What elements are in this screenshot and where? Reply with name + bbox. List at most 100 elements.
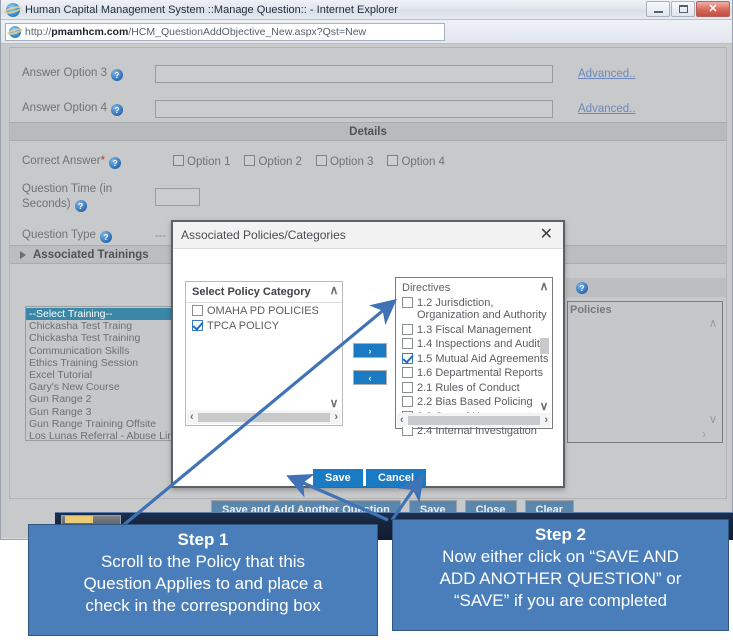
scroll-left-icon[interactable]: ‹	[190, 411, 194, 423]
checkbox-icon[interactable]	[173, 155, 184, 166]
training-option[interactable]: Gary's New Course	[26, 381, 174, 393]
directives-vertical-scrollbar[interactable]: ∧ ∨	[537, 279, 551, 413]
policy-category-vertical-scrollbar[interactable]: ∧ ∨	[327, 283, 341, 410]
scroll-up-icon[interactable]: ∧	[330, 283, 339, 297]
scroll-right-icon[interactable]: ›	[544, 414, 548, 426]
scrollbar-thumb[interactable]	[539, 338, 549, 354]
help-icon[interactable]: ?	[99, 231, 112, 243]
page-body: Answer Option 3? Advanced.. Answer Optio…	[1, 44, 732, 538]
checkbox-icon[interactable]	[402, 297, 413, 308]
correct-answer-option-4[interactable]: Option 4	[387, 155, 445, 168]
training-option[interactable]: Chickasha Test Training	[26, 332, 174, 344]
training-option[interactable]: Ethics Training Session	[26, 357, 174, 369]
question-time-input[interactable]	[155, 188, 200, 206]
training-option[interactable]: --Select Training--	[26, 308, 174, 321]
correct-answer-option-3[interactable]: Option 3	[315, 155, 373, 168]
answer-option-4-advanced-link[interactable]: Advanced..	[578, 103, 636, 115]
checkbox-checked-icon[interactable]	[192, 319, 203, 331]
address-bar: http://pmamhcm.com/HCM_QuestionAddObject…	[1, 20, 732, 44]
modal-body: Select Policy Category OMAHA PD POLICIES…	[173, 249, 563, 488]
checkbox-icon[interactable]	[315, 155, 327, 166]
list-item[interactable]: 1.2 Jurisdiction, Organization and Autho…	[402, 297, 552, 321]
checkbox-icon[interactable]	[402, 381, 413, 393]
step-2-callout: Step 2 Now either click on “SAVE AND ADD…	[392, 519, 729, 631]
help-icon[interactable]: ?	[111, 104, 124, 116]
training-option[interactable]: Excel Tutorial	[26, 369, 174, 381]
checkbox-icon[interactable]	[192, 305, 203, 316]
scroll-up-icon[interactable]: ∧	[540, 279, 549, 293]
directives-list[interactable]: Directives 1.2 Jurisdiction, Organizatio…	[395, 277, 553, 437]
policy-category-horizontal-scrollbar[interactable]: ‹ ›	[187, 410, 341, 424]
answer-option-3-input[interactable]	[155, 64, 553, 83]
associated-trainings-list[interactable]: --Select Training-- Chickasha Test Traing…	[25, 306, 175, 441]
list-item[interactable]: 1.3 Fiscal Management	[402, 323, 552, 336]
list-item[interactable]: 2.2 Bias Based Policing	[402, 396, 552, 408]
training-option[interactable]: Gun Range 3	[26, 406, 174, 418]
modal-close-icon[interactable]: ✕	[538, 227, 555, 243]
checkbox-icon[interactable]	[402, 396, 413, 407]
scroll-right-icon[interactable]: ›	[702, 427, 706, 441]
help-icon[interactable]: ?	[576, 281, 588, 294]
selected-policies-list[interactable]: Policies ∧ ∨ ›	[567, 301, 723, 443]
correct-answer-option-2[interactable]: Option 2	[244, 155, 302, 168]
checkbox-icon[interactable]	[402, 323, 413, 335]
list-item[interactable]: OMAHA PD POLICIES	[192, 305, 342, 317]
checkbox-icon[interactable]	[244, 155, 256, 166]
browser-window: Human Capital Management System ::Manage…	[0, 0, 733, 540]
scroll-down-icon[interactable]: ∨	[709, 412, 718, 426]
transfer-right-button[interactable]: ›	[353, 343, 387, 358]
training-option[interactable]: Gun Range Training Offsite	[26, 418, 174, 430]
training-option[interactable]: Los Lunas Referral - Abuse Line	[26, 430, 174, 440]
minimize-icon	[653, 11, 663, 13]
policies-horizontal-scrollbar[interactable]: ›	[570, 427, 720, 441]
list-item-label: 1.6 Departmental Reports	[417, 367, 543, 379]
step-2-line-1: Now either click on “SAVE AND	[442, 547, 679, 566]
training-option[interactable]: Chickasha Test Traing	[26, 320, 174, 332]
training-option[interactable]: Communication Skills	[26, 345, 174, 357]
checkbox-icon[interactable]	[402, 338, 413, 349]
list-item[interactable]: 2.1 Rules of Conduct	[402, 381, 552, 394]
minimize-button[interactable]	[646, 1, 670, 17]
modal-cancel-button[interactable]: Cancel	[366, 469, 427, 487]
taskbar-icon[interactable]	[65, 516, 93, 523]
training-option[interactable]: Gun Range 2	[26, 393, 174, 405]
correct-answer-row: Correct Answer*? Option 1 Option 2 Optio…	[10, 144, 726, 179]
list-item-label: 1.2 Jurisdiction, Organization and Autho…	[417, 297, 547, 321]
policy-category-list[interactable]: Select Policy Category OMAHA PD POLICIES…	[185, 281, 343, 426]
checkbox-checked-icon[interactable]	[402, 352, 413, 364]
scroll-down-icon[interactable]: ∨	[330, 396, 339, 410]
scroll-left-icon[interactable]: ‹	[400, 414, 404, 426]
screen-root: Human Capital Management System ::Manage…	[0, 0, 733, 640]
list-item[interactable]: 1.6 Departmental Reports	[402, 367, 552, 379]
list-item[interactable]: 1.5 Mutual Aid Agreements	[402, 352, 552, 365]
list-item[interactable]: 1.4 Inspections and Audits	[402, 338, 552, 350]
scroll-down-icon[interactable]: ∨	[540, 399, 549, 413]
help-icon[interactable]: ?	[111, 69, 124, 81]
step-1-line-2: Question Applies to and place a	[83, 574, 323, 593]
list-item-label: 1.3 Fiscal Management	[417, 323, 532, 336]
checkbox-icon[interactable]	[387, 155, 399, 166]
details-section-header: Details	[10, 122, 726, 141]
close-window-button[interactable]: ✕	[696, 1, 730, 17]
transfer-left-button[interactable]: ‹	[353, 370, 387, 385]
help-icon[interactable]: ?	[109, 157, 122, 169]
checkbox-icon[interactable]	[402, 367, 413, 378]
answer-option-3-advanced-link[interactable]: Advanced..	[578, 68, 636, 80]
window-titlebar: Human Capital Management System ::Manage…	[1, 0, 732, 20]
policy-category-list-header: Select Policy Category	[186, 282, 342, 303]
scrollbar-thumb[interactable]	[197, 412, 331, 422]
list-item[interactable]: TPCA POLICY	[192, 319, 342, 332]
directives-horizontal-scrollbar[interactable]: ‹ ›	[397, 413, 551, 427]
scroll-up-icon[interactable]: ∧	[709, 316, 718, 330]
required-marker: *	[100, 155, 106, 167]
modal-save-button[interactable]: Save	[313, 469, 363, 487]
scrollbar-thumb[interactable]	[407, 415, 541, 425]
policies-vertical-scrollbar[interactable]: ∧ ∨	[706, 316, 720, 426]
scroll-right-icon[interactable]: ›	[334, 411, 338, 423]
maximize-button[interactable]	[671, 1, 695, 17]
help-icon[interactable]: ?	[74, 199, 87, 212]
url-input[interactable]: http://pmamhcm.com/HCM_QuestionAddObject…	[5, 22, 445, 41]
question-type-select[interactable]: ---	[155, 230, 166, 242]
correct-answer-option-1[interactable]: Option 1	[173, 155, 230, 168]
answer-option-4-input[interactable]	[155, 99, 553, 118]
